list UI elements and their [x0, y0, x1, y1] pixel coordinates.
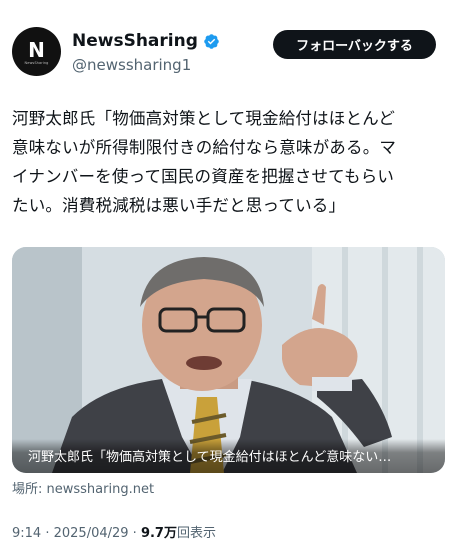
- tweet-date[interactable]: 2025/04/29: [54, 526, 129, 541]
- tweet-text: 河野太郎氏「物価高対策として現金給付はほとんど 意味ないが所得制限付きの給付なら…: [12, 104, 448, 220]
- display-name[interactable]: NewsSharing: [72, 31, 198, 51]
- tweet-text-line: 河野太郎氏「物価高対策として現金給付はほとんど: [12, 109, 396, 128]
- tweet-header: N NewsSharing NewsSharing @newssharing1 …: [0, 0, 456, 90]
- avatar-letter: N: [28, 38, 45, 62]
- link-card-caption: 河野太郎氏「物価高対策として現金給付はほとんど意味ない…: [28, 450, 392, 465]
- link-card-image[interactable]: 河野太郎氏「物価高対策として現金給付はほとんど意味ない…: [12, 247, 445, 473]
- tweet-text-line: イナンバーを使って国民の資産を把握させてもらい: [12, 167, 395, 186]
- tweet-text-line: たい。消費税減税は悪い手だと思っている」: [12, 196, 346, 215]
- name-row[interactable]: NewsSharing: [72, 31, 220, 51]
- follow-back-button[interactable]: フォローバックする: [273, 30, 436, 59]
- tweet-text-line: 意味ないが所得制限付きの給付なら意味がある。マ: [12, 138, 397, 157]
- avatar[interactable]: N NewsSharing: [12, 27, 61, 76]
- tweet-meta: 9:14 · 2025/04/29 · 9.7万回表示: [12, 522, 216, 541]
- avatar-subtext: NewsSharing: [24, 61, 49, 65]
- tweet-time[interactable]: 9:14: [12, 526, 41, 541]
- link-source[interactable]: 場所: newssharing.net: [12, 478, 154, 497]
- views-label: 回表示: [176, 526, 216, 541]
- views-count: 9.7万: [140, 526, 177, 541]
- meta-separator: ·: [41, 526, 54, 541]
- account-handle[interactable]: @newssharing1: [72, 56, 191, 74]
- meta-separator: ·: [128, 526, 141, 541]
- verified-badge-icon: [204, 33, 219, 49]
